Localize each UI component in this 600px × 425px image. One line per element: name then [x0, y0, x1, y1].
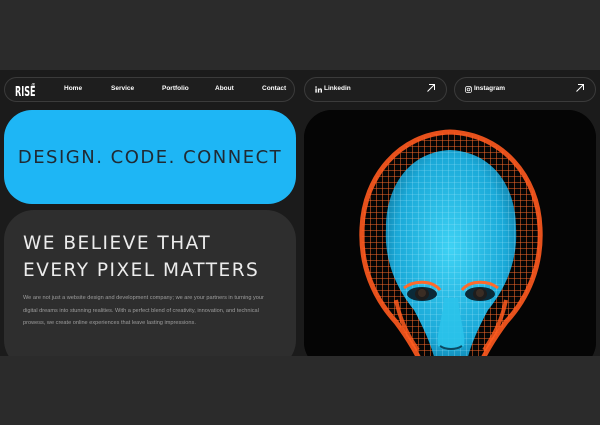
arrow-up-right-icon [576, 84, 584, 92]
website-viewport: RISE ® Home Service Portfolio About Cont… [0, 70, 600, 356]
about-card: WE BELIEVE THAT EVERY PIXEL MATTERS We a… [4, 210, 296, 356]
letterbox-bottom [0, 356, 600, 425]
registered-mark: ® [31, 82, 35, 89]
instagram-label: Instagram [474, 85, 506, 92]
nav-item-home[interactable]: Home [64, 85, 82, 92]
headline-line-2: EVERY PIXEL MATTERS [23, 260, 260, 281]
hero-image-card [304, 110, 596, 356]
instagram-icon [465, 86, 472, 93]
nav-item-service[interactable]: Service [111, 85, 134, 92]
instagram-link[interactable]: Instagram [454, 77, 596, 102]
hero-headline: WE BELIEVE THAT EVERY PIXEL MATTERS [23, 230, 259, 284]
brand-logo[interactable]: RISE ® [15, 81, 35, 98]
nav-item-portfolio[interactable]: Portfolio [162, 85, 189, 92]
linkedin-link[interactable]: Linkedin [304, 77, 447, 102]
linkedin-label: Linkedin [324, 85, 351, 92]
tagline-text: DESIGN. CODE. CONNECT [17, 147, 283, 168]
linkedin-icon [315, 86, 322, 93]
arrow-up-right-icon [427, 84, 435, 92]
main-nav: RISE ® Home Service Portfolio About Cont… [4, 77, 295, 102]
nav-item-contact[interactable]: Contact [262, 85, 286, 92]
tagline-card: DESIGN. CODE. CONNECT [4, 110, 296, 204]
wireframe-face-image [304, 110, 596, 356]
headline-line-1: WE BELIEVE THAT [23, 233, 212, 254]
hero-body-text: We are not just a website design and dev… [23, 295, 264, 326]
nav-item-about[interactable]: About [215, 85, 234, 92]
letterbox-top [0, 0, 600, 70]
